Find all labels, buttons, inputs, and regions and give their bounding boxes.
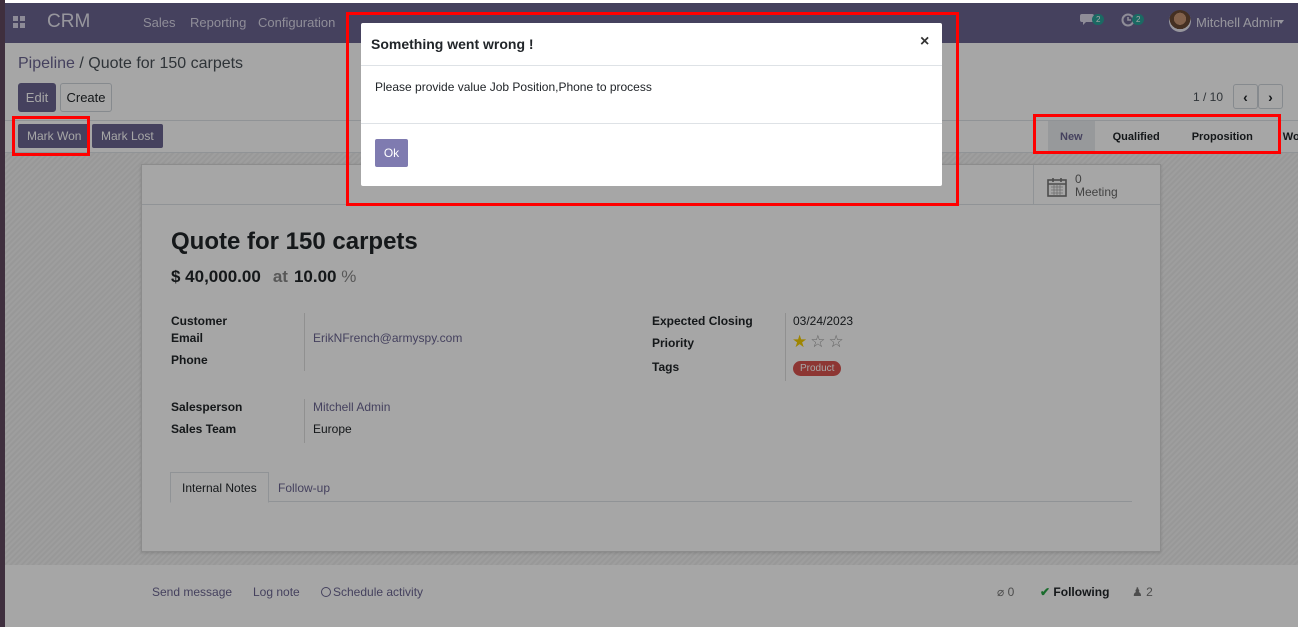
- dialog-footer: Ok: [361, 123, 942, 186]
- top-strip: [0, 0, 1298, 3]
- error-dialog: Something went wrong ! × Please provide …: [361, 23, 942, 186]
- close-icon[interactable]: ×: [920, 33, 929, 51]
- left-edge: [0, 0, 5, 627]
- dialog-message: Please provide value Job Position,Phone …: [375, 80, 652, 94]
- dialog-title: Something went wrong !: [371, 36, 534, 52]
- ok-button[interactable]: Ok: [375, 139, 408, 167]
- dialog-header: Something went wrong ! ×: [361, 23, 942, 66]
